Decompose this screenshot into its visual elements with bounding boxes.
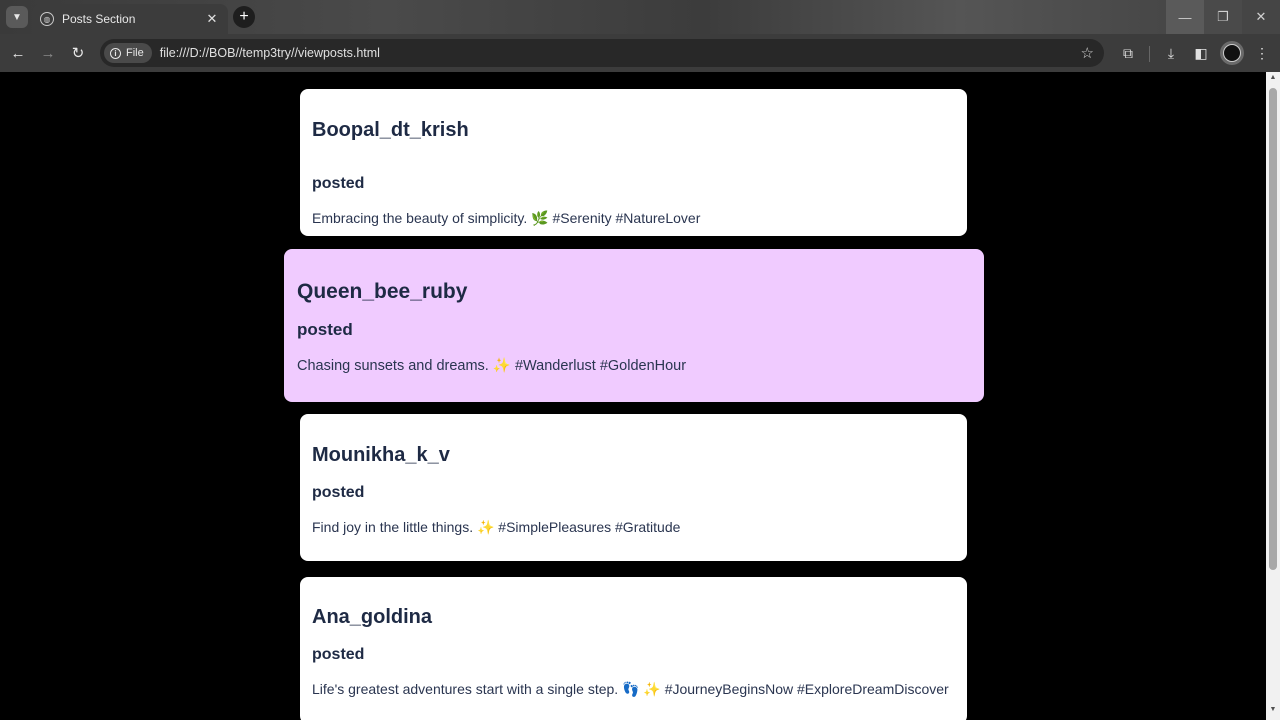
toolbar-divider [1149,46,1150,62]
minimize-button[interactable]: — [1166,0,1204,34]
back-button[interactable]: ← [7,42,29,64]
active-tab[interactable]: ◍ Posts Section ✕ [32,4,228,34]
restore-button[interactable]: ❐ [1204,0,1242,34]
extensions-icon[interactable]: ⧉ [1117,42,1139,64]
minimize-icon: — [1178,9,1192,25]
close-window-button[interactable]: ✕ [1242,0,1280,34]
post-author: Boopal_dt_krish [312,119,469,141]
bookmark-star-icon[interactable]: ☆ [1081,44,1094,62]
post-card-highlighted: Queen_bee_ruby posted Chasing sunsets an… [284,249,984,402]
reload-icon: ↻ [71,45,85,62]
reload-button[interactable]: ↻ [67,42,89,64]
scroll-thumb[interactable] [1269,88,1277,570]
tab-search-button[interactable]: ▼ [6,6,28,28]
more-menu-icon[interactable]: ⋮ [1251,42,1273,64]
avatar-image [1223,44,1241,62]
page-viewport: Boopal_dt_krish posted Embracing the bea… [0,72,1266,720]
post-author: Queen_bee_ruby [297,280,468,303]
arrow-right-icon: → [40,44,56,62]
scheme-label: File [126,47,144,59]
download-icon[interactable]: ⤓ [1160,42,1182,64]
post-caption: Embracing the beauty of simplicity. 🌿 #S… [312,210,701,226]
page-scrollbar[interactable]: ▲ ▼ [1266,72,1280,720]
post-card: Mounikha_k_v posted Find joy in the litt… [300,414,967,561]
address-bar[interactable]: i File file:///D://BOB//temp3try//viewpo… [100,39,1104,67]
post-caption: Chasing sunsets and dreams. ✨ #Wanderlus… [297,358,687,374]
post-author: Mounikha_k_v [312,444,450,466]
post-card: Boopal_dt_krish posted Embracing the bea… [300,89,967,236]
post-status: posted [312,175,365,192]
close-icon: ✕ [1255,9,1267,24]
arrow-left-icon: ← [10,44,26,62]
forward-button[interactable]: → [37,42,59,64]
post-caption: Life's greatest adventures start with a … [312,681,949,697]
globe-icon: ◍ [40,12,54,26]
post-card: Ana_goldina posted Life's greatest adven… [300,577,967,720]
info-icon: i [110,47,121,59]
tab-title: Posts Section [62,12,136,26]
post-status: posted [297,320,353,339]
profile-avatar[interactable] [1220,41,1244,65]
post-status: posted [312,484,365,501]
restore-icon: ❐ [1217,9,1229,24]
site-info-chip[interactable]: i File [104,43,152,63]
post-status: posted [312,646,365,663]
tab-strip: ▼ ◍ Posts Section ✕ + — ❐ ✕ [0,0,1280,34]
browser-toolbar: ← → ↻ i File file:///D://BOB//temp3try//… [0,34,1280,72]
scroll-down-arrow-icon[interactable]: ▼ [1266,706,1280,718]
post-author: Ana_goldina [312,606,433,628]
post-caption: Find joy in the little things. ✨ #Simple… [312,519,681,535]
close-tab-icon[interactable]: ✕ [204,11,220,27]
url-text[interactable]: file:///D://BOB//temp3try//viewposts.htm… [160,46,1081,60]
chevron-down-icon: ▼ [12,11,22,23]
side-panel-icon[interactable]: ◧ [1190,42,1212,64]
new-tab-button[interactable]: + [233,6,255,28]
plus-icon: + [239,8,249,25]
scroll-up-arrow-icon[interactable]: ▲ [1266,74,1280,86]
